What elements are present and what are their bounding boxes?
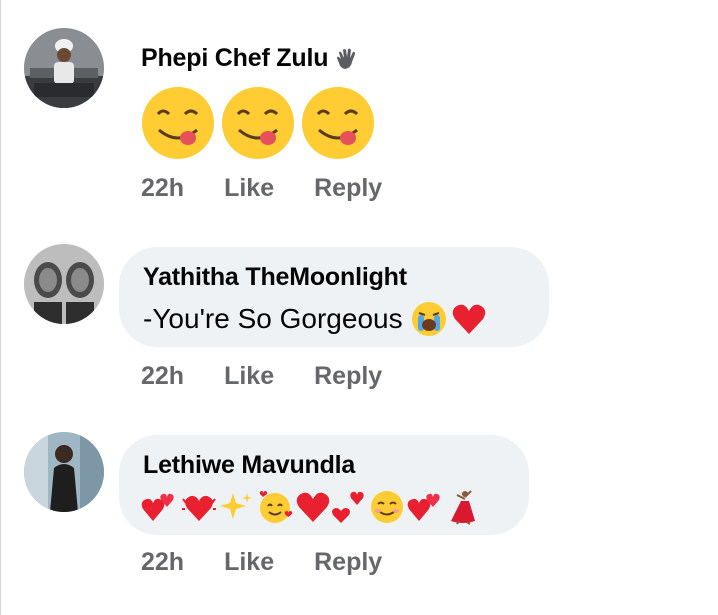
comment-text-line: -You're So Gorgeous (143, 301, 487, 337)
avatar[interactable] (24, 28, 104, 108)
heart-vibrating-icon (182, 495, 216, 521)
reply-button[interactable]: Reply (314, 174, 382, 203)
smiling-face-with-hearts-icon (259, 491, 293, 523)
heart-exclamation-icon (332, 491, 364, 523)
smiling-face-icon (371, 491, 403, 523)
sparkles-icon (220, 493, 252, 519)
comment-text: -You're So Gorgeous (143, 303, 403, 334)
two-hearts-icon (407, 493, 440, 521)
avatar[interactable] (24, 432, 104, 512)
comment-actions: 22h Like Reply (141, 362, 382, 391)
comment-actions: 22h Like Reply (141, 174, 382, 203)
reply-button[interactable]: Reply (314, 548, 382, 577)
comment-timestamp[interactable]: 22h (141, 174, 184, 203)
yum-face-icon (302, 87, 374, 159)
two-hearts-icon (141, 493, 174, 521)
comment-author-name[interactable]: Lethiwe Mavundla (143, 451, 355, 480)
crying-face-icon (411, 302, 446, 336)
yum-face-icon (142, 87, 214, 159)
red-heart-icon (296, 492, 330, 522)
left-divider (0, 0, 1, 615)
emoji-content (141, 86, 381, 160)
comment-author-name[interactable]: Phepi Chef Zulu (141, 44, 328, 73)
comment-bubble: Lethiwe Mavundla (119, 435, 529, 535)
comment-emoji-line (141, 489, 481, 525)
comment-author-row: Phepi Chef Zulu (141, 44, 358, 73)
comment-author-name[interactable]: Yathitha TheMoonlight (143, 263, 407, 292)
yum-face-icon (222, 87, 294, 159)
comment-actions: 22h Like Reply (141, 548, 382, 577)
comment-bubble: Yathitha TheMoonlight -You're So Gorgeou… (119, 247, 549, 347)
reply-button[interactable]: Reply (314, 362, 382, 391)
like-button[interactable]: Like (224, 174, 274, 203)
red-heart-icon (452, 304, 485, 334)
avatar[interactable] (24, 244, 104, 324)
like-button[interactable]: Like (224, 548, 274, 577)
dancer-icon (451, 490, 475, 525)
comment-timestamp[interactable]: 22h (141, 362, 184, 391)
like-button[interactable]: Like (224, 362, 274, 391)
comment-timestamp[interactable]: 22h (141, 548, 184, 577)
wave-hand-icon (337, 48, 356, 69)
